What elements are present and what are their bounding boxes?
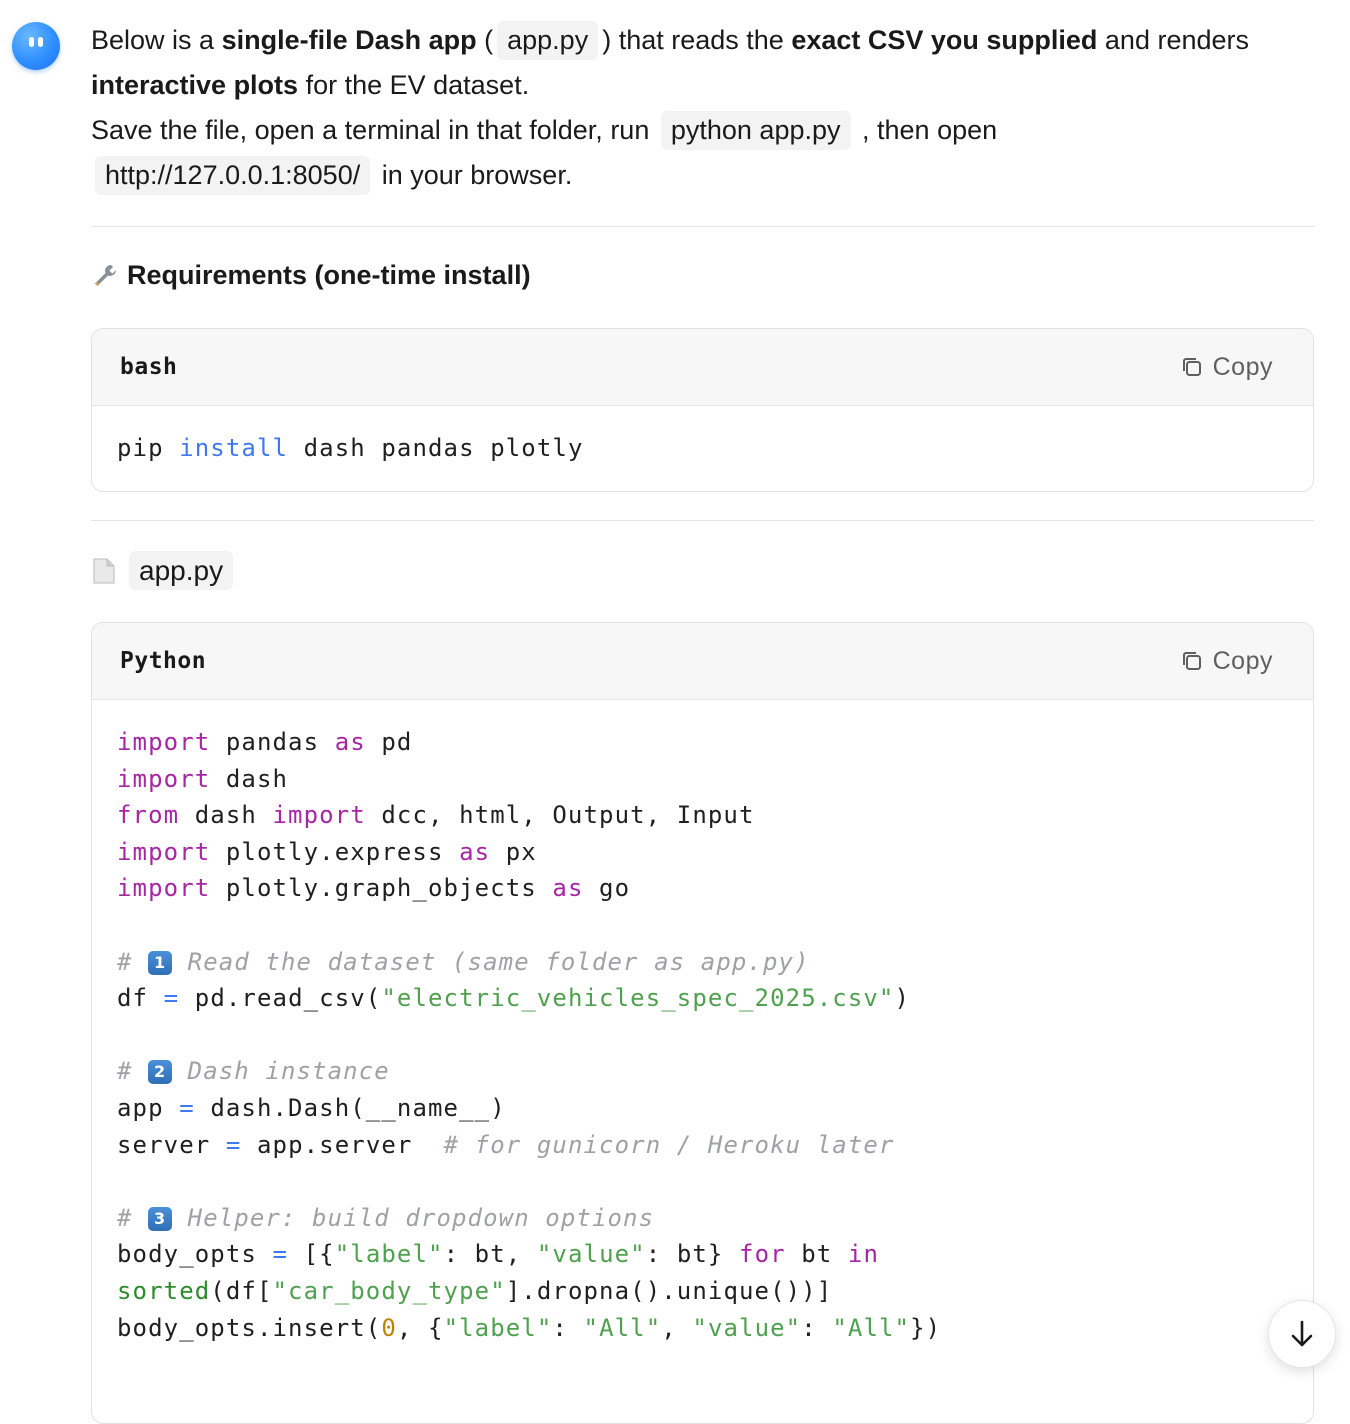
code-block-header: Python Copy [92,623,1313,700]
avatar-eye-right [38,37,43,47]
copy-icon [1182,358,1201,376]
file-icon [93,558,115,583]
copy-button[interactable]: Copy [1181,647,1273,676]
copy-icon [1182,652,1201,670]
bold-text: exact CSV you supplied [791,25,1098,55]
inline-code-app-py: app.py [497,21,599,60]
scroll-to-bottom-button[interactable] [1268,1300,1336,1368]
divider [91,226,1314,227]
file-heading: app.py [91,551,234,590]
arrow-down-icon [1291,1320,1313,1347]
assistant-avatar [12,22,60,70]
inline-code-run: python app.py [660,111,851,150]
python-code-block: Python Copy import pandas as pd import d… [91,622,1314,1424]
bold-text: single-file Dash app [221,25,477,55]
intro-paragraph: Below is a single-file Dash app (app.py)… [91,0,1314,108]
message-content: Below is a single-file Dash app (app.py)… [91,0,1314,1424]
requirements-heading: Requirements (one-time install) [91,260,531,291]
code-content[interactable]: pip install dash pandas plotly [92,406,1313,489]
bash-code-block: bash Copy pip install dash pandas plotly [91,328,1314,492]
inline-code-url: http://127.0.0.1:8050/ [95,156,371,195]
code-language-label: bash [120,354,178,380]
avatar-eye-left [29,37,34,47]
code-language-label: Python [120,648,207,674]
bold-text: interactive plots [91,70,299,100]
instructions-paragraph: Save the file, open a terminal in that f… [91,108,1314,198]
file-name: app.py [129,551,234,590]
copy-button[interactable]: Copy [1181,353,1273,382]
wrench-icon [95,264,116,286]
code-content[interactable]: import pandas as pd import dash from das… [92,700,1313,1368]
divider [91,520,1314,521]
code-block-header: bash Copy [92,329,1313,406]
